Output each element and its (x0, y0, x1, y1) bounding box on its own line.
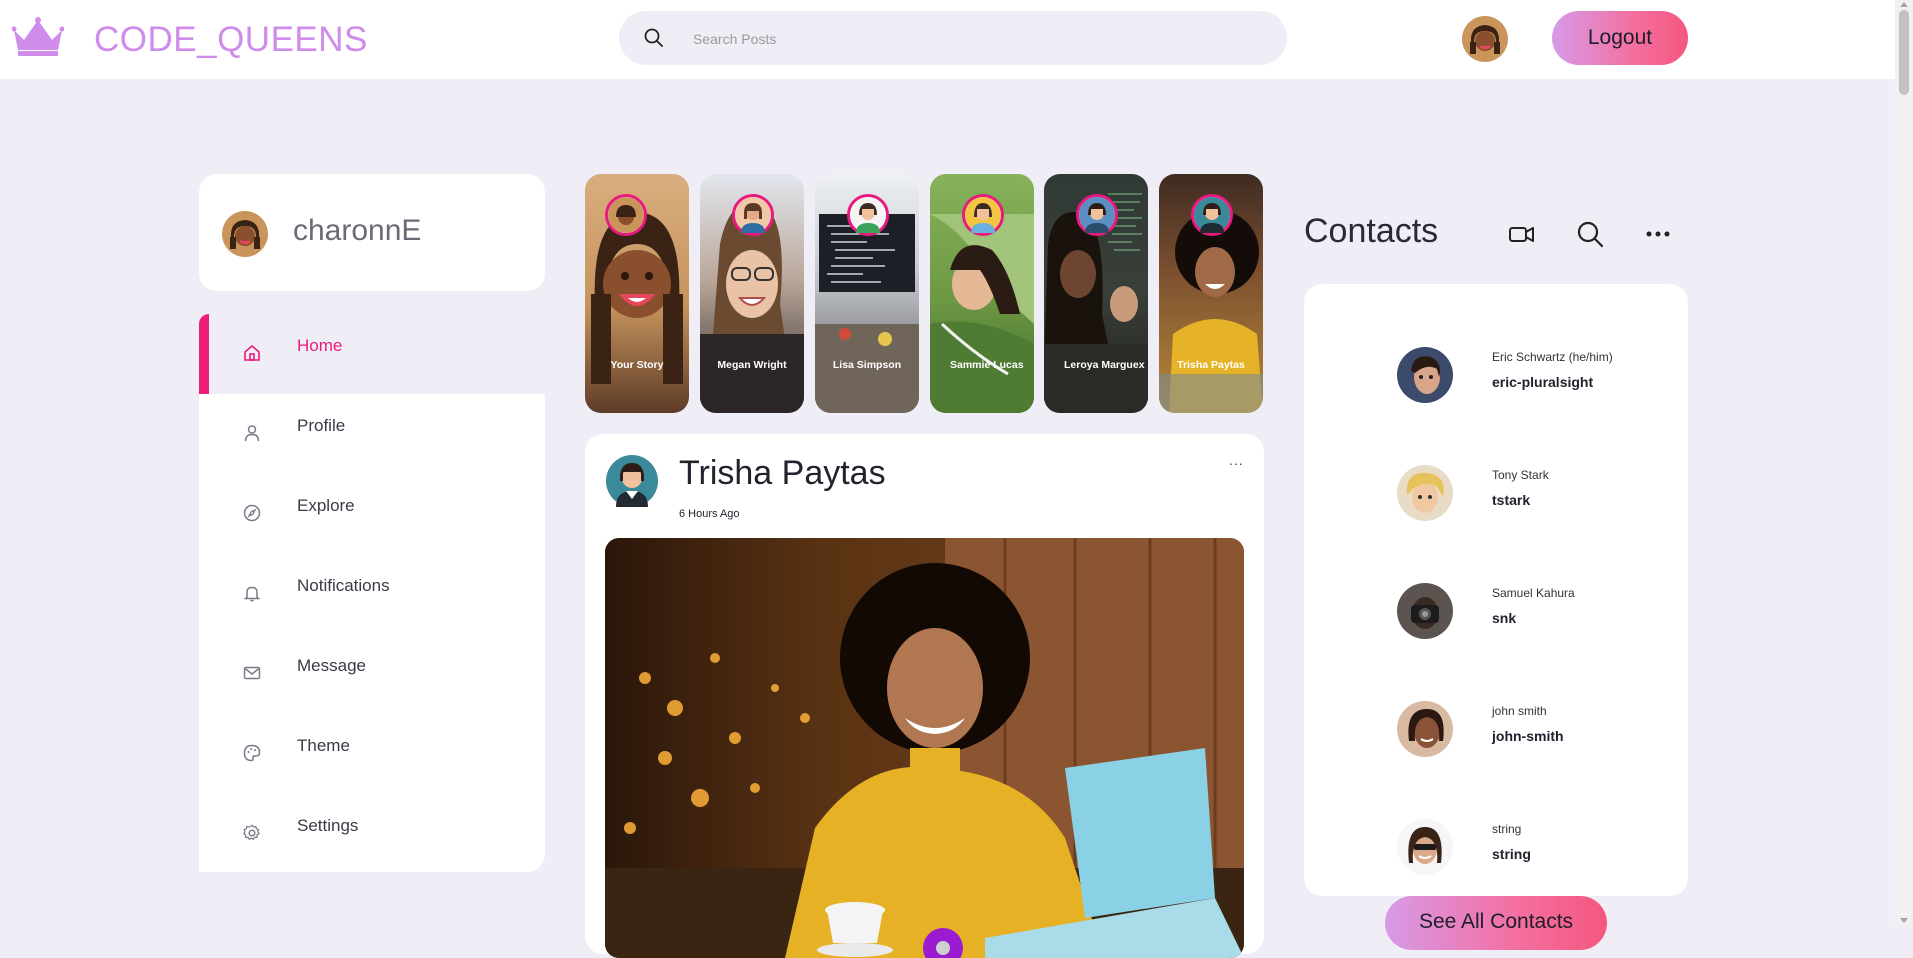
search-bar[interactable] (619, 11, 1287, 65)
bell-icon (243, 586, 261, 602)
sidebar-menu: Home Profile Explore Notifications Messa… (199, 314, 545, 872)
logout-button[interactable]: Logout (1552, 11, 1688, 65)
home-icon (244, 344, 260, 361)
story-name: Trisha Paytas (1177, 359, 1245, 371)
story-name: Your Story (610, 359, 664, 371)
sidebar-item-profile[interactable]: Profile (199, 394, 545, 474)
sidebar-item-notifications[interactable]: Notifications (199, 554, 545, 634)
search-input[interactable] (691, 25, 1255, 53)
user-avatar[interactable] (1462, 16, 1508, 62)
profile-username: charonnE (293, 214, 422, 247)
sidebar-item-label: Explore (297, 496, 355, 515)
post-image[interactable] (605, 538, 1244, 958)
video-call-icon[interactable] (1508, 220, 1536, 248)
sidebar-item-label: Notifications (297, 576, 390, 595)
contacts-card: Eric Schwartz (he/him) eric-pluralsight … (1304, 284, 1688, 896)
more-options-icon[interactable] (1644, 220, 1672, 248)
post-author-avatar[interactable] (606, 455, 658, 507)
post-more-icon[interactable]: ... (1229, 452, 1244, 468)
contact-avatar (1397, 583, 1453, 639)
sidebar-item-theme[interactable]: Theme (199, 714, 545, 794)
contact-item[interactable]: Tony Stark tstark (1397, 465, 1677, 525)
story-avatar-ring (962, 194, 1004, 236)
scroll-up-icon[interactable] (1900, 2, 1908, 7)
sidebar-item-home[interactable]: Home (199, 314, 545, 394)
contact-avatar (1397, 819, 1453, 875)
sidebar-item-label: Settings (297, 816, 359, 835)
sidebar-item-settings[interactable]: Settings (199, 794, 545, 874)
sidebar-item-message[interactable]: Message (199, 634, 545, 714)
story-card[interactable]: Leroya Marguex (1044, 174, 1148, 413)
contact-username: eric-pluralsight (1492, 374, 1594, 390)
story-card[interactable]: Lisa Simpson (815, 174, 919, 413)
feed-post: Trisha Paytas 6 Hours Ago ... (585, 434, 1264, 958)
story-avatar-ring (847, 194, 889, 236)
story-name: Megan Wright (717, 359, 787, 371)
user-icon (244, 425, 260, 442)
contact-name: Eric Schwartz (he/him) (1492, 350, 1613, 364)
contact-name: Tony Stark (1492, 468, 1549, 482)
sidebar-item-label: Message (297, 656, 366, 675)
contact-avatar (1397, 701, 1453, 757)
contact-name: john smith (1492, 704, 1547, 718)
crown-icon[interactable] (12, 16, 64, 56)
contact-username: john-smith (1492, 728, 1564, 744)
story-card[interactable]: Sammie Lucas (930, 174, 1034, 413)
contact-username: string (1492, 846, 1531, 862)
palette-icon (243, 744, 261, 762)
see-all-contacts-button[interactable]: See All Contacts (1385, 896, 1607, 950)
page-scrollbar[interactable] (1895, 0, 1913, 925)
post-timestamp: 6 Hours Ago (679, 508, 740, 520)
profile-avatar (222, 211, 268, 257)
contact-avatar (1397, 465, 1453, 521)
brand-name[interactable]: CODE_QUEENS (94, 20, 368, 60)
contact-item[interactable]: Eric Schwartz (he/him) eric-pluralsight (1397, 347, 1677, 407)
story-avatar-ring (1076, 194, 1118, 236)
post-author-name[interactable]: Trisha Paytas (679, 454, 886, 493)
profile-card[interactable]: charonnE (199, 174, 545, 291)
story-avatar-ring (732, 194, 774, 236)
sidebar-item-label: Theme (297, 736, 350, 755)
search-icon (644, 28, 663, 47)
story-card[interactable]: Megan Wright (700, 174, 804, 413)
story-card[interactable]: Your Story (585, 174, 689, 413)
top-navbar: CODE_QUEENS Logout (0, 0, 1895, 79)
post-photo (605, 538, 1244, 958)
contact-item[interactable]: john smith john-smith (1397, 701, 1677, 761)
contact-username: snk (1492, 610, 1517, 626)
story-name: Sammie Lucas (950, 359, 1024, 371)
contact-username: tstark (1492, 492, 1531, 508)
sidebar-item-label: Home (297, 336, 343, 355)
story-name: Leroya Marguex (1064, 359, 1145, 371)
compass-icon (243, 504, 261, 522)
story-card[interactable]: Trisha Paytas (1159, 174, 1263, 413)
scrollbar-thumb[interactable] (1899, 10, 1909, 95)
contact-item[interactable]: Samuel Kahura snk (1397, 583, 1677, 643)
story-name: Lisa Simpson (832, 359, 902, 371)
contact-name: string (1492, 822, 1522, 836)
sidebar-item-explore[interactable]: Explore (199, 474, 545, 554)
active-indicator (199, 314, 209, 394)
contacts-title: Contacts (1304, 212, 1439, 250)
story-avatar-ring (1191, 194, 1233, 236)
story-avatar-ring (605, 194, 647, 236)
sidebar-item-label: Profile (297, 416, 346, 435)
search-icon[interactable] (1576, 220, 1604, 248)
scroll-down-icon[interactable] (1900, 918, 1908, 923)
contact-item[interactable]: string string (1397, 819, 1677, 879)
mail-icon (243, 666, 261, 680)
gear-icon (242, 824, 260, 841)
contact-avatar (1397, 347, 1453, 403)
contact-name: Samuel Kahura (1492, 586, 1575, 600)
